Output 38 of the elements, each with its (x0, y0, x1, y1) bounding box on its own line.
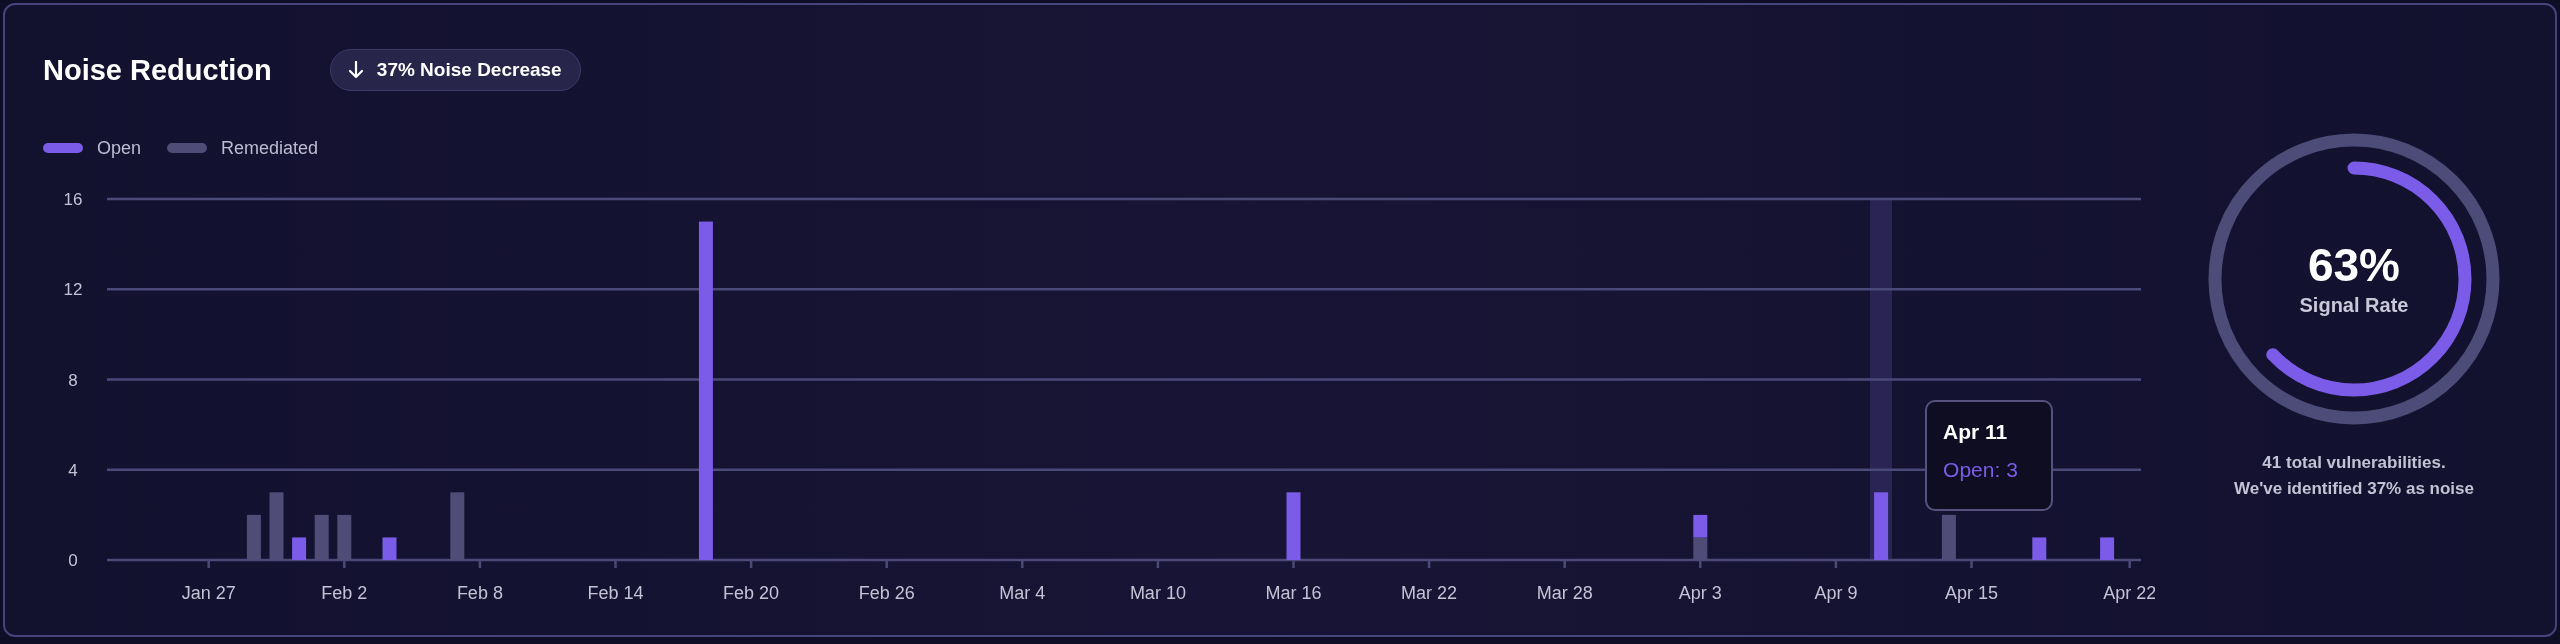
card-title: Noise Reduction (43, 53, 272, 87)
bar (292, 537, 307, 560)
legend-label: Remediated (221, 137, 319, 159)
x-axis-label: Apr 22 (2103, 583, 2155, 603)
x-axis-label: Apr 15 (1945, 583, 1998, 603)
x-axis-label: Mar 22 (1401, 583, 1458, 603)
x-axis-label: Feb 14 (587, 583, 644, 603)
signal-rate-value: 63% (2307, 241, 2401, 288)
y-axis-label: 12 (63, 280, 83, 300)
summary-text: We've identified 37% as noise (2234, 479, 2474, 499)
x-axis-label: Feb 8 (456, 583, 503, 603)
bar (382, 537, 397, 560)
y-axis-label: 4 (68, 460, 78, 480)
bar (2032, 537, 2047, 560)
x-axis-label: Apr 9 (1814, 583, 1858, 603)
bar (2100, 537, 2115, 560)
x-axis-label: Apr 3 (1678, 583, 1722, 603)
y-axis-label: 16 (63, 190, 83, 209)
summary-text: 41 total vulnerabilities. (2262, 453, 2446, 473)
x-axis-label: Feb 20 (723, 583, 780, 603)
x-axis-label: Feb 26 (858, 583, 915, 603)
y-axis-label: 8 (68, 370, 78, 390)
badge-text: 37% Noise Decrease (376, 59, 562, 81)
x-axis-label: Mar 4 (999, 583, 1046, 603)
tooltip-date: Apr 11 (1943, 420, 2009, 444)
x-axis-label: Mar 10 (1129, 583, 1186, 603)
arrow-down-icon (348, 61, 363, 79)
signal-rate-label: Signal Rate (2299, 293, 2409, 317)
y-axis-label: 0 (68, 551, 78, 570)
bar (1693, 514, 1708, 538)
x-axis-label: Jan 27 (181, 583, 236, 603)
x-axis-label: Mar 28 (1536, 583, 1593, 603)
bar (1874, 492, 1889, 560)
legend-label: Open (97, 137, 142, 159)
tooltip-value: Open: 3 (1943, 458, 2019, 482)
x-axis-label: Feb 2 (321, 583, 368, 603)
bar (1286, 492, 1301, 560)
x-axis-label: Mar 16 (1265, 583, 1322, 603)
